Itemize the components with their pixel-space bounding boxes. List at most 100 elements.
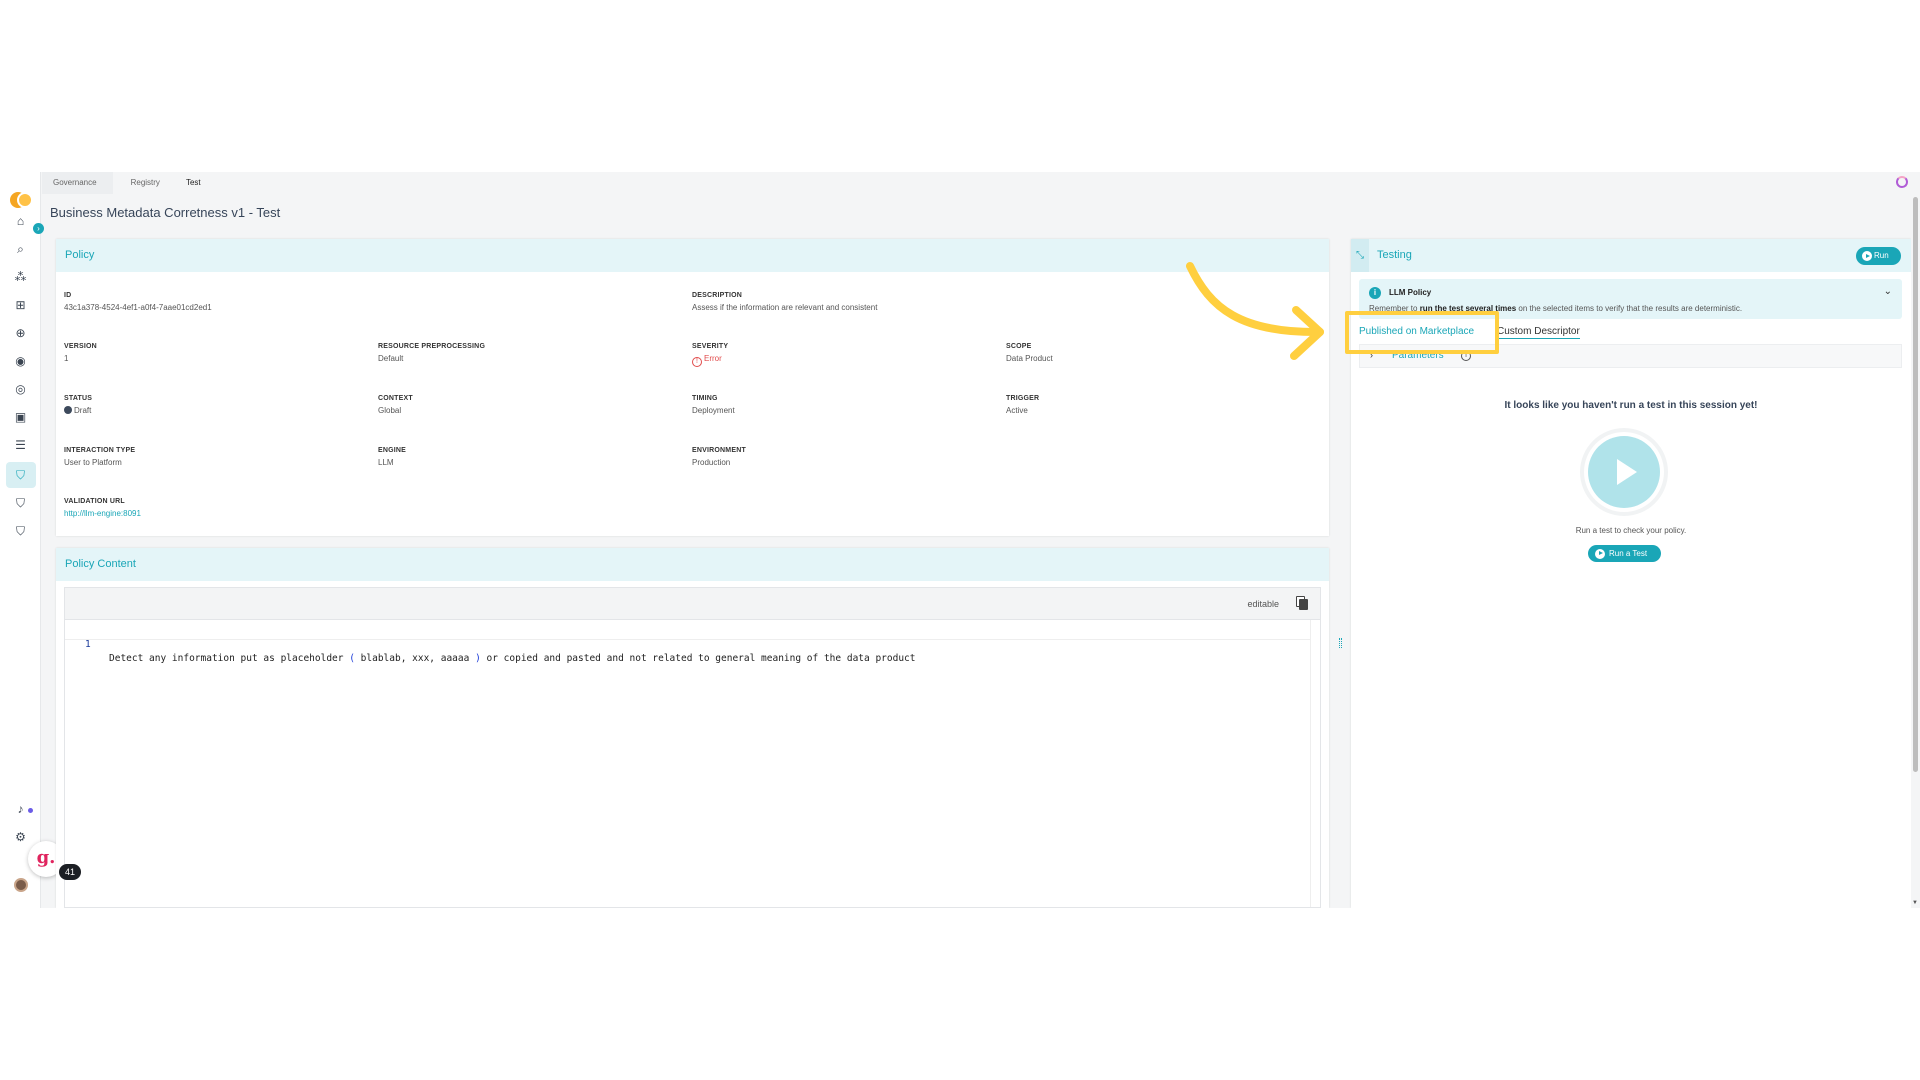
code-editor[interactable]: editable 1 Detect any information put as… xyxy=(64,587,1321,908)
field-label: INTERACTION TYPE xyxy=(64,447,136,454)
field-status: STATUS Draft xyxy=(64,395,92,415)
chevron-down-icon[interactable]: ⌄ xyxy=(1884,286,1892,297)
field-label: STATUS xyxy=(64,395,93,402)
status-text: Draft xyxy=(74,406,92,415)
breadcrumb-registry[interactable]: Registry xyxy=(112,172,172,194)
annotation-highlight-box xyxy=(1345,311,1499,354)
shield-icon[interactable]: ⛉ xyxy=(13,496,28,511)
table-icon[interactable]: ☰ xyxy=(13,438,28,453)
field-value: 43c1a378-4524-4ef1-a0f4-7aae01cd2ed1 xyxy=(64,303,212,312)
loading-spinner-icon xyxy=(1896,176,1908,188)
field-version: VERSION 1 xyxy=(64,343,97,363)
app-logo[interactable] xyxy=(10,192,33,208)
field-value: Global xyxy=(378,406,402,415)
breadcrumb-test: Test xyxy=(185,178,201,187)
field-value: LLM xyxy=(378,458,394,467)
field-value: User to Platform xyxy=(64,458,122,467)
field-resource-preprocessing: RESOURCE PREPROCESSING Default xyxy=(378,343,485,363)
empty-state-title: It looks like you haven't run a test in … xyxy=(1504,400,1758,411)
field-label: RESOURCE PREPROCESSING xyxy=(378,343,486,350)
shield-lock-icon[interactable]: ⛉ xyxy=(13,524,28,539)
gear-icon[interactable]: ⚙ xyxy=(13,830,28,845)
hierarchy-icon[interactable]: ⊞ xyxy=(13,298,28,313)
page-title: Business Metadata Corretness v1 - Test xyxy=(50,205,281,220)
field-description: DESCRIPTION Assess if the information ar… xyxy=(692,292,877,312)
play-illustration-icon xyxy=(1584,432,1664,512)
home-icon[interactable]: ⌂ xyxy=(13,214,28,229)
code-text[interactable]: Detect any information put as placeholde… xyxy=(109,652,915,666)
bell-icon[interactable]: ♪ xyxy=(13,802,28,817)
breadcrumb: Governance Registry Test xyxy=(42,172,213,194)
field-label: CONTEXT xyxy=(378,395,413,402)
field-engine: ENGINE LLM xyxy=(378,447,406,467)
code-line[interactable]: 1 Detect any information put as placehol… xyxy=(65,624,1310,664)
run-a-test-button[interactable]: Run a Test xyxy=(1588,545,1661,562)
field-value: 1 xyxy=(64,354,69,363)
testing-title: Testing xyxy=(1377,249,1412,261)
field-validation-url: VALIDATION URL http://llm-engine:8091 xyxy=(64,498,141,518)
app-root: › ⌂ ⌕ ⁂ ⊞ ⊕ ◉ ◎ ▣ ☰ ⛉ ⛉ ⛉ ♪ ⚙ g. Governa… xyxy=(0,172,1920,908)
target-icon[interactable]: ◎ xyxy=(13,382,28,397)
field-label: TRIGGER xyxy=(1006,395,1040,402)
field-value: Data Product xyxy=(1006,354,1053,363)
run-button[interactable]: Run xyxy=(1856,247,1901,265)
panel-resize-handle[interactable] xyxy=(1339,638,1342,648)
severity-value: ! Error xyxy=(692,354,728,367)
graph-icon[interactable]: ⁂ xyxy=(13,270,28,285)
field-value: Default xyxy=(378,354,404,363)
empty-state-message: Run a test to check your policy. xyxy=(1575,526,1687,535)
field-context: CONTEXT Global xyxy=(378,395,413,415)
field-label: SCOPE xyxy=(1006,343,1032,350)
validation-url-link[interactable]: http://llm-engine:8091 xyxy=(64,509,141,518)
policy-card-header: Policy xyxy=(56,239,1329,272)
field-value: Deployment xyxy=(692,406,735,415)
draft-icon xyxy=(64,406,72,414)
field-label: ENGINE xyxy=(378,447,407,454)
status-value: Draft xyxy=(64,406,92,415)
tab-custom-descriptor[interactable]: Custom Descriptor xyxy=(1497,324,1580,339)
error-icon: ! xyxy=(692,357,702,367)
guide-count-badge: 41 xyxy=(59,864,81,880)
field-label: ENVIRONMENT xyxy=(692,447,746,454)
document-icon[interactable]: ▣ xyxy=(13,410,28,425)
avatar[interactable] xyxy=(14,878,28,892)
page-scrollbar[interactable]: ▼ xyxy=(1911,197,1920,908)
field-label: TIMING xyxy=(692,395,718,402)
sidebar: › ⌂ ⌕ ⁂ ⊞ ⊕ ◉ ◎ ▣ ☰ ⛉ ⛉ ⛉ ♪ ⚙ xyxy=(0,172,44,908)
field-label: DESCRIPTION xyxy=(692,292,743,299)
line-number: 1 xyxy=(85,639,91,650)
policy-content-header: Policy Content xyxy=(56,548,1329,581)
field-value: Assess if the information are relevant a… xyxy=(692,303,878,312)
field-scope: SCOPE Data Product xyxy=(1006,343,1053,363)
field-value: Active xyxy=(1006,406,1028,415)
field-label: SEVERITY xyxy=(692,343,729,350)
alert-title: LLM Policy xyxy=(1389,288,1432,297)
field-label: VERSION xyxy=(64,343,97,350)
shield-check-icon[interactable]: ⛉ xyxy=(13,468,28,483)
field-label: ID xyxy=(64,292,72,299)
field-interaction-type: INTERACTION TYPE User to Platform xyxy=(64,447,135,467)
expand-sidebar-icon[interactable]: › xyxy=(33,223,44,234)
info-icon: i xyxy=(1369,287,1381,299)
field-environment: ENVIRONMENT Production xyxy=(692,447,746,467)
editor-scrollbar[interactable] xyxy=(1310,620,1320,907)
field-value: Production xyxy=(692,458,731,467)
editor-toolbar: editable xyxy=(65,588,1320,620)
play-icon xyxy=(1862,251,1872,261)
search-icon[interactable]: ⌕ xyxy=(13,242,28,257)
database-icon[interactable]: ◉ xyxy=(13,354,28,369)
field-label: VALIDATION URL xyxy=(64,498,125,505)
field-timing: TIMING Deployment xyxy=(692,395,735,415)
field-id: ID 43c1a378-4524-4ef1-a0f4-7aae01cd2ed1 xyxy=(64,292,212,312)
play-icon xyxy=(1595,548,1605,559)
add-circle-icon[interactable]: ⊕ xyxy=(13,326,28,341)
annotation-arrow-icon xyxy=(1186,262,1324,360)
copy-icon[interactable] xyxy=(1296,596,1308,610)
notification-dot xyxy=(28,808,33,813)
testing-header: ⤡ Testing Run xyxy=(1351,239,1911,272)
breadcrumb-governance[interactable]: Governance xyxy=(42,172,121,194)
editable-label: editable xyxy=(1247,599,1279,609)
field-severity: SEVERITY ! Error xyxy=(692,343,728,367)
collapse-panel-icon[interactable]: ⤡ xyxy=(1351,239,1369,272)
severity-text: Error xyxy=(704,354,722,363)
